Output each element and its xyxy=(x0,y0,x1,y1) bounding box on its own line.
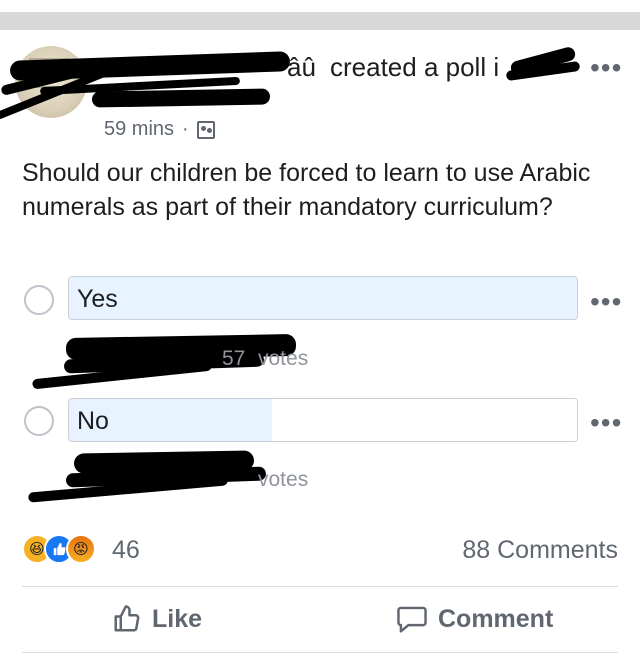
like-button[interactable]: Like xyxy=(112,604,202,634)
like-label: Like xyxy=(152,604,203,633)
reaction-summary[interactable]: 😆 😡 xyxy=(22,534,122,568)
poll-option-yes-label: Yes xyxy=(77,285,118,313)
poll-option-no-votes[interactable]: votes xyxy=(258,468,308,492)
poll-option-yes-vote-count-fragment: 57 xyxy=(222,347,246,370)
poll-option-yes[interactable]: Yes xyxy=(68,276,578,320)
angry-icon: 😡 xyxy=(66,534,96,564)
poll-question: Should our children be forced to learn t… xyxy=(22,159,591,221)
poll-option-yes-result-bar xyxy=(69,277,577,319)
poll-option-no-more-icon[interactable]: ••• xyxy=(590,409,622,437)
poll-option-yes-votes[interactable]: votes xyxy=(258,347,308,371)
comment-label: Comment xyxy=(438,604,554,633)
comment-count[interactable]: 88 Comments xyxy=(462,536,618,565)
meta-separator: · xyxy=(182,118,189,140)
post-meta: 59 mins · xyxy=(104,118,215,141)
thumbs-up-icon xyxy=(114,605,140,632)
top-separator-bar xyxy=(0,12,640,30)
footer-divider xyxy=(22,586,618,587)
bottom-divider xyxy=(22,652,618,653)
poll-option-no[interactable]: No xyxy=(68,398,578,442)
poll-option-no-radio[interactable] xyxy=(24,406,54,436)
poll-option-no-label: No xyxy=(77,407,109,435)
post-timestamp[interactable]: 59 mins xyxy=(104,118,174,141)
poll-option-yes-more-icon[interactable]: ••• xyxy=(590,288,622,316)
group-audience-icon xyxy=(196,120,215,139)
comment-bubble-icon xyxy=(397,606,427,633)
poll-option-yes-radio[interactable] xyxy=(24,285,54,315)
reaction-count[interactable]: 46 xyxy=(112,536,140,565)
post-more-options-icon[interactable]: ••• xyxy=(590,54,622,82)
post-action-text: created a poll i xyxy=(330,52,500,82)
comment-button[interactable]: Comment xyxy=(396,604,553,634)
author-name-suffix[interactable]: âû xyxy=(287,52,316,83)
